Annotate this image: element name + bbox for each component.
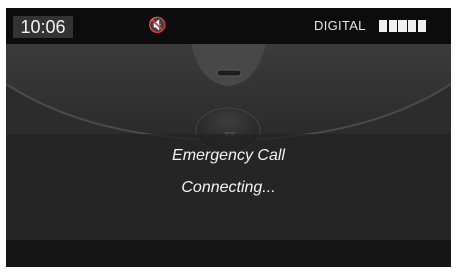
signal-label: DIGITAL [314,18,366,33]
head-unit-screen: 10:06 🔇 DIGITAL SOS [6,8,451,267]
bottom-bar [6,240,451,267]
dialog-title: Emergency Call [172,147,285,164]
status-bar: 10:06 🔇 DIGITAL [6,8,451,44]
signal-bar [398,20,407,32]
signal-bar [417,20,427,32]
clock: 10:06 [13,16,73,38]
emergency-call-dialog: Emergency Call Connecting... [6,138,451,214]
signal-bar [408,20,417,32]
speaker-muted-icon: 🔇 [148,17,167,34]
signal-bar [379,20,388,32]
signal-bar [388,20,397,32]
dialog-status: Connecting... [181,179,276,196]
signal-strength-bars [379,20,427,32]
